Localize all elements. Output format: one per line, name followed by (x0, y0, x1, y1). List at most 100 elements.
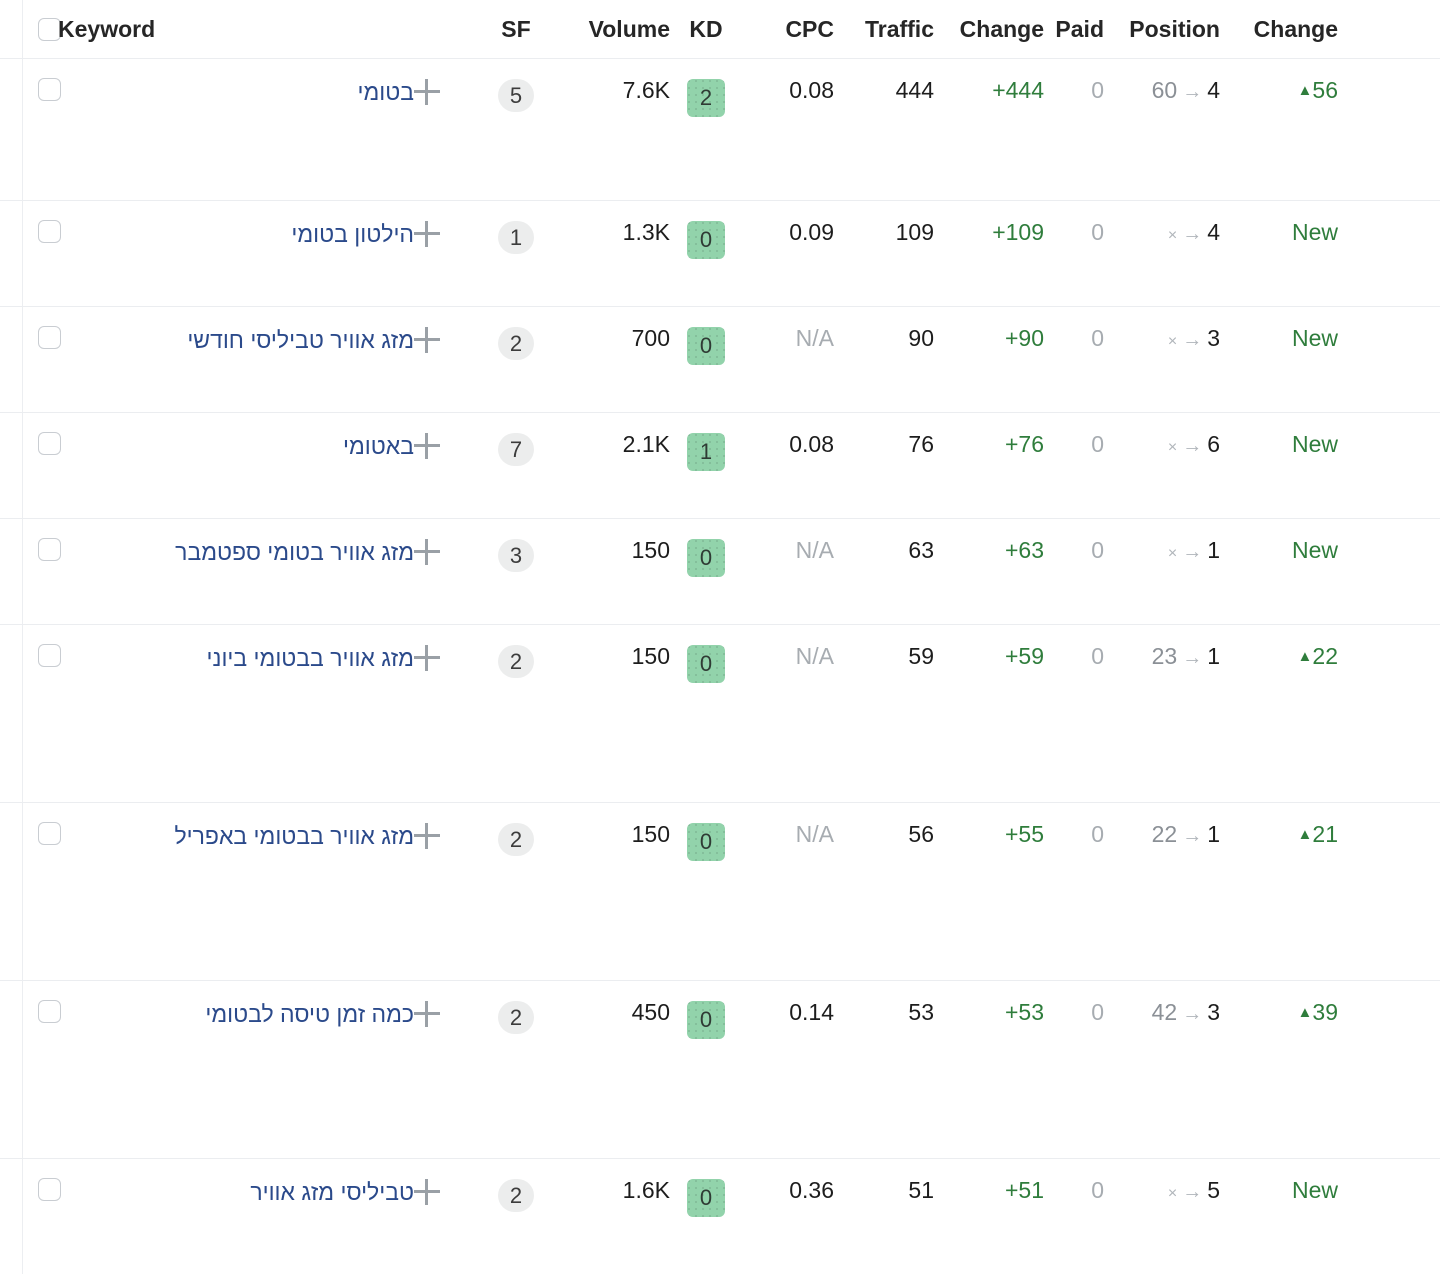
kd-cell: 0 (670, 1159, 742, 1217)
add-keyword-icon[interactable] (414, 1001, 440, 1027)
position-none-icon: × (1167, 333, 1178, 350)
table-row[interactable]: מזג אוויר בבטומי ביוני 2 150 0 N/A 59 +59 0 23 → 1… (0, 624, 1440, 802)
paid-cell: 0 (1091, 643, 1104, 669)
keyword-link[interactable]: טביליסי מזג אוויר (250, 1180, 414, 1204)
sf-badge[interactable]: 2 (498, 1001, 534, 1034)
kd-badge: 0 (687, 539, 725, 577)
add-keyword-icon[interactable] (414, 327, 440, 353)
keyword-link[interactable]: באטומי (343, 434, 414, 458)
column-header-keyword[interactable]: Keyword (58, 17, 480, 41)
kd-cell: 0 (670, 981, 742, 1039)
position-cell: 23 → 1 (1104, 625, 1228, 669)
position-cell: × → 5 (1104, 1159, 1228, 1203)
cpc-cell: 0.14 (789, 999, 834, 1025)
column-header-sf[interactable]: SF (480, 17, 552, 41)
keyword-link[interactable]: מזג אוויר טביליסי חודשי (187, 328, 414, 352)
volume-cell: 2.1K (622, 431, 670, 457)
row-select-cell[interactable] (0, 201, 61, 244)
table-row[interactable]: טביליסי מזג אוויר 2 1.6K 0 0.36 51 +51 0 × → 5 New (0, 1158, 1440, 1233)
add-keyword-icon[interactable] (414, 433, 440, 459)
arrow-up-icon: ▲ (1297, 826, 1313, 843)
volume-cell: 150 (631, 537, 670, 563)
traffic-change-cell: +53 (1004, 999, 1044, 1025)
position-cell: 60 → 4 (1104, 59, 1228, 103)
keyword-link[interactable]: בטומי (357, 80, 414, 104)
table-row[interactable]: בטומי 5 7.6K 2 0.08 444 +444 0 60 → 4 ▲56 (0, 58, 1440, 200)
column-header-change[interactable]: Change (934, 17, 1044, 41)
traffic-change-cell: +444 (992, 77, 1044, 103)
add-keyword-icon[interactable] (414, 1179, 440, 1205)
row-select-cell[interactable] (0, 1159, 61, 1202)
traffic-cell: 444 (895, 77, 934, 103)
column-header-traffic[interactable]: Traffic (834, 17, 934, 41)
keyword-cell: מזג אוויר בטומי ספטמבר (58, 519, 480, 565)
keyword-cell: בטומי (58, 59, 480, 105)
column-header-position-change[interactable]: Change (1228, 17, 1346, 41)
sf-cell: 1 (480, 201, 552, 254)
add-keyword-icon[interactable] (414, 645, 440, 671)
position-change-cell: New (1228, 307, 1346, 350)
traffic-cell: 51 (908, 1177, 934, 1203)
sf-badge[interactable]: 2 (498, 327, 534, 360)
traffic-cell: 90 (908, 325, 934, 351)
table-row[interactable]: הילטון בטומי 1 1.3K 0 0.09 109 +109 0 × → 4 New (0, 200, 1440, 306)
row-select-cell[interactable] (0, 625, 61, 668)
position-cell: 42 → 3 (1104, 981, 1228, 1025)
position-current: 1 (1207, 537, 1220, 563)
keyword-link[interactable]: הילטון בטומי (291, 222, 414, 246)
keyword-cell: הילטון בטומי (58, 201, 480, 247)
volume-cell: 450 (631, 999, 670, 1025)
sf-badge[interactable]: 7 (498, 433, 534, 466)
table-row[interactable]: מזג אוויר בבטומי באפריל 2 150 0 N/A 56 +55 0 22 →… (0, 802, 1440, 980)
keyword-cell: מזג אוויר בבטומי ביוני (58, 625, 480, 671)
keyword-link[interactable]: כמה זמן טיסה לבטומי (205, 1002, 414, 1026)
kd-badge: 2 (687, 79, 725, 117)
traffic-change-cell: +55 (1004, 821, 1044, 847)
add-keyword-icon[interactable] (414, 79, 440, 105)
row-select-cell[interactable] (0, 519, 61, 562)
keyword-link[interactable]: מזג אוויר בבטומי באפריל (174, 824, 414, 848)
kd-badge: 0 (687, 645, 725, 683)
row-select-cell[interactable] (0, 981, 61, 1024)
column-header-paid[interactable]: Paid (1044, 17, 1104, 41)
position-current: 6 (1207, 431, 1220, 457)
sf-badge[interactable]: 2 (498, 645, 534, 678)
sf-badge[interactable]: 3 (498, 539, 534, 572)
position-current: 4 (1207, 219, 1220, 245)
add-keyword-icon[interactable] (414, 539, 440, 565)
table-row[interactable]: באטומי 7 2.1K 1 0.08 76 +76 0 × → 6 New (0, 412, 1440, 518)
table-row[interactable]: מזג אוויר בטומי ספטמבר 3 150 0 N/A 63 +63 0 × → 1 N… (0, 518, 1440, 624)
position-change-cell: New (1228, 1159, 1346, 1202)
sf-badge[interactable]: 2 (498, 823, 534, 856)
kd-badge: 0 (687, 327, 725, 365)
row-select-cell[interactable] (0, 413, 61, 456)
keyword-link[interactable]: מזג אוויר בבטומי ביוני (207, 646, 414, 670)
table-row[interactable]: כמה זמן טיסה לבטומי 2 450 0 0.14 53 +53 0 42 → 3 ▲3… (0, 980, 1440, 1158)
position-change-value: 56 (1312, 77, 1338, 103)
paid-cell: 0 (1091, 1177, 1104, 1203)
keyword-cell: כמה זמן טיסה לבטומי (58, 981, 480, 1027)
keyword-cell: טביליסי מזג אוויר (58, 1159, 480, 1205)
sf-cell: 5 (480, 59, 552, 112)
keyword-link[interactable]: מזג אוויר בטומי ספטמבר (175, 540, 414, 564)
arrow-right-icon: → (1182, 329, 1203, 351)
column-header-cpc[interactable]: CPC (742, 17, 834, 41)
add-keyword-icon[interactable] (414, 823, 440, 849)
table-row[interactable]: מזג אוויר טביליסי חודשי 2 700 0 N/A 90 +90 0 × → 3… (0, 306, 1440, 412)
kd-badge: 0 (687, 221, 725, 259)
select-all-cell[interactable] (0, 17, 61, 42)
add-keyword-icon[interactable] (414, 221, 440, 247)
volume-cell: 1.6K (622, 1177, 670, 1203)
sf-badge[interactable]: 2 (498, 1179, 534, 1212)
column-header-volume[interactable]: Volume (552, 17, 670, 41)
row-select-cell[interactable] (0, 307, 61, 350)
position-change-cell: ▲22 (1228, 625, 1346, 668)
sf-badge[interactable]: 1 (498, 221, 534, 254)
row-select-cell[interactable] (0, 59, 61, 102)
column-header-position[interactable]: Position (1104, 17, 1228, 41)
kd-cell: 0 (670, 803, 742, 861)
sf-badge[interactable]: 5 (498, 79, 534, 112)
column-header-kd[interactable]: KD (670, 17, 742, 41)
row-select-cell[interactable] (0, 803, 61, 846)
traffic-cell: 53 (908, 999, 934, 1025)
